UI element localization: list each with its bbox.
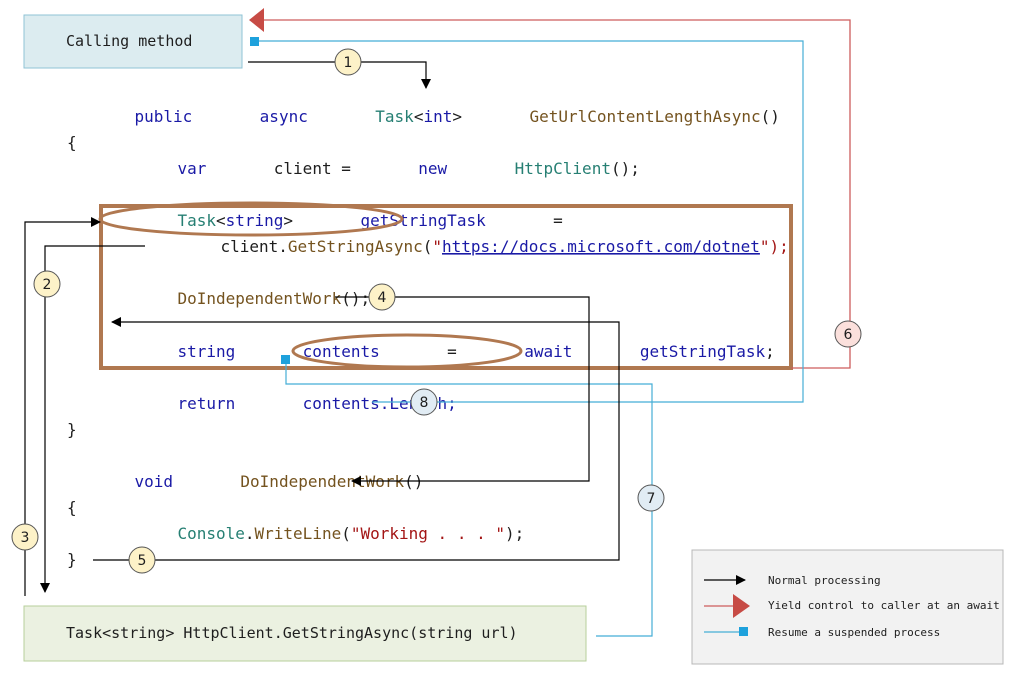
step-2-marker: 2 xyxy=(33,270,61,298)
code-line-await: string contents = await getStringTask; xyxy=(110,342,823,361)
step-3-label: 3 xyxy=(21,530,30,546)
step-5-marker: 5 xyxy=(128,546,156,574)
step-2-label: 2 xyxy=(43,277,52,293)
step-7-label: 7 xyxy=(647,491,656,507)
get-string-async-label: Task<string> HttpClient.GetStringAsync(s… xyxy=(66,624,518,642)
code-line-signature: public async Task<int> GetUrlContentLeng… xyxy=(67,107,828,126)
legend-resume-marker xyxy=(739,627,748,636)
calling-method-label: Calling method xyxy=(66,32,192,50)
step-1-marker: 1 xyxy=(334,48,362,76)
code-line-writeline: Console.WriteLine("Working . . . "); xyxy=(110,524,572,543)
code-line-brace-open-2: { xyxy=(67,498,77,517)
step-3-marker: 3 xyxy=(11,523,39,551)
step-6-marker: 6 xyxy=(834,320,862,348)
code-line-task-decl: Task<string> getStringTask = xyxy=(110,211,611,230)
diagram-svg: Calling method Task<string> HttpClient.G… xyxy=(11,8,1004,665)
step-1-label: 1 xyxy=(344,55,353,71)
yield-control-arrowhead xyxy=(249,8,264,32)
flow-line-4 xyxy=(335,296,590,486)
step-7-marker: 7 xyxy=(637,484,665,512)
step-4-marker: 4 xyxy=(368,283,396,311)
code-block: public async Task<int> GetUrlContentLeng… xyxy=(67,107,837,569)
code-line-brace-close-1: } xyxy=(67,420,77,439)
legend-resume-label: Resume a suspended process xyxy=(768,626,940,639)
code-line-brace-open-1: { xyxy=(67,133,77,152)
url-link[interactable]: https://docs.microsoft.com/dotnet xyxy=(442,237,760,256)
step-8-marker: 8 xyxy=(410,388,438,416)
step-6-label: 6 xyxy=(844,327,853,343)
step-5-label: 5 xyxy=(138,553,147,569)
async-control-flow-diagram: Calling method Task<string> HttpClient.G… xyxy=(0,0,1022,681)
code-line-brace-close-2: } xyxy=(67,550,77,569)
code-line-return: return contents.Length; xyxy=(110,394,505,413)
resume-marker-await xyxy=(281,355,290,364)
legend-normal-label: Normal processing xyxy=(768,574,881,587)
resume-marker-calling xyxy=(250,37,259,46)
legend-yield-label: Yield control to caller at an await xyxy=(768,599,1000,612)
step-4-label: 4 xyxy=(378,290,387,306)
step-8-label: 8 xyxy=(420,395,429,411)
code-line-getstringasync-call: client.GetStringAsync("https://docs.micr… xyxy=(153,237,837,256)
code-line-var-client: var client = new HttpClient(); xyxy=(110,159,688,178)
